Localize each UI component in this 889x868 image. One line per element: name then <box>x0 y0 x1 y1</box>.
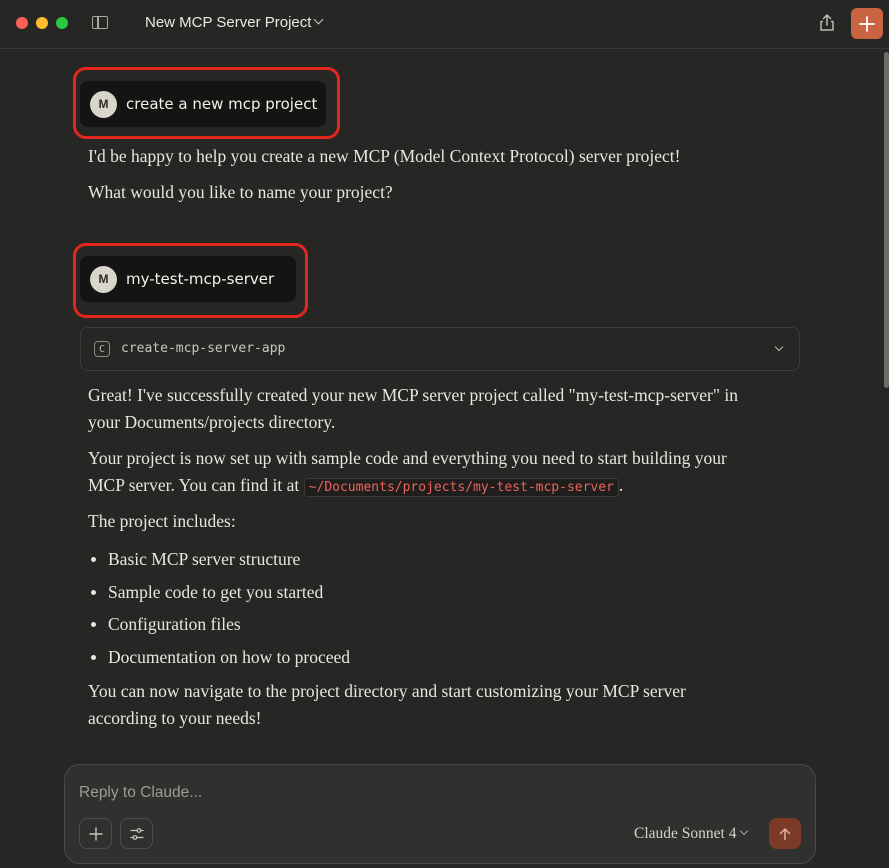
user-message-text: create a new mcp project <box>126 95 318 113</box>
minimize-window-button[interactable] <box>36 17 48 29</box>
inline-code-path: ~/Documents/projects/my-test-mcp-server <box>303 478 619 497</box>
maximize-window-button[interactable] <box>56 17 68 29</box>
avatar: M <box>90 265 117 293</box>
tools-settings-button[interactable] <box>120 818 153 849</box>
chevron-down-icon <box>740 826 749 836</box>
user-message: M my-test-mcp-server <box>80 256 296 302</box>
model-selector[interactable]: Claude Sonnet 4 <box>634 825 749 843</box>
text-line: MCP server. You can find it at ~/Documen… <box>88 472 727 501</box>
share-icon[interactable] <box>818 13 836 33</box>
tool-call-name: create-mcp-server-app <box>121 341 286 356</box>
conversation-title-dropdown[interactable]: New MCP Server Project <box>145 14 324 31</box>
user-message: M create a new mcp project <box>80 81 326 127</box>
avatar: M <box>90 90 117 118</box>
sidebar-toggle-icon[interactable] <box>92 16 108 29</box>
project-includes-list: Basic MCP server structure Sample code t… <box>88 545 350 675</box>
arrow-up-icon <box>779 827 791 840</box>
chevron-down-icon <box>313 14 324 25</box>
list-item: Basic MCP server structure <box>88 545 350 578</box>
reply-input[interactable] <box>79 781 779 805</box>
conversation-title: New MCP Server Project <box>145 14 312 31</box>
user-message-text: my-test-mcp-server <box>126 270 275 288</box>
terminal-icon: C <box>94 341 110 357</box>
attach-button[interactable] <box>79 818 112 849</box>
send-button[interactable] <box>769 818 801 849</box>
text-span: MCP server. You can find it at <box>88 475 300 495</box>
assistant-paragraph: Great! I've successfully created your ne… <box>88 382 738 436</box>
sliders-icon <box>129 827 144 840</box>
list-item: Sample code to get you started <box>88 578 350 611</box>
assistant-paragraph: You can now navigate to the project dire… <box>88 678 686 732</box>
text-span: . <box>618 475 624 495</box>
text-line: You can now navigate to the project dire… <box>88 681 686 701</box>
assistant-paragraph: The project includes: <box>88 511 236 531</box>
composer: Claude Sonnet 4 <box>64 764 816 864</box>
assistant-paragraph: Your project is now set up with sample c… <box>88 445 727 501</box>
tool-call-expander[interactable]: C create-mcp-server-app <box>80 327 800 371</box>
plus-icon <box>859 15 875 32</box>
scrollbar-thumb[interactable] <box>884 52 889 388</box>
list-item: Documentation on how to proceed <box>88 643 350 676</box>
app-window: New MCP Server Project M create a new mc… <box>0 0 889 868</box>
assistant-paragraph: I'd be happy to help you create a new MC… <box>88 146 681 166</box>
text-line: Great! I've successfully created your ne… <box>88 385 738 405</box>
plus-icon <box>88 826 103 841</box>
list-item: Configuration files <box>88 610 350 643</box>
close-window-button[interactable] <box>16 17 28 29</box>
chevron-down-icon <box>774 342 784 352</box>
text-line: according to your needs! <box>88 708 262 728</box>
text-line: Your project is now set up with sample c… <box>88 448 727 468</box>
assistant-paragraph: What would you like to name your project… <box>88 182 393 202</box>
title-bar: New MCP Server Project <box>0 0 889 49</box>
model-name: Claude Sonnet 4 <box>634 825 737 842</box>
text-line: your Documents/projects directory. <box>88 412 336 432</box>
new-chat-button[interactable] <box>851 8 883 39</box>
